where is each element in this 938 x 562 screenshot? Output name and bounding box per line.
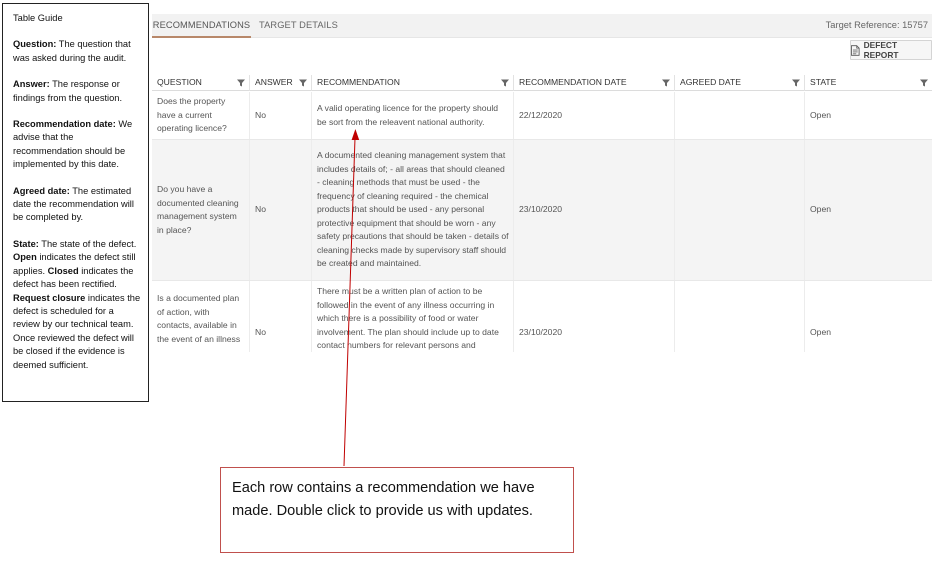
column-header-answer[interactable]: ANSWER (250, 75, 312, 91)
cell-question: Does the property have a current operati… (152, 92, 250, 139)
column-header-agreed-date[interactable]: AGREED DATE (675, 75, 805, 91)
filter-icon[interactable] (662, 79, 670, 87)
column-header-label: RECOMMENDATION DATE (519, 77, 627, 87)
callout-box: Each row contains a recommendation we ha… (220, 467, 574, 553)
cell-state: Open (810, 204, 832, 215)
guide-state: State: The state of the defect. Open ind… (13, 238, 141, 372)
table-guide-panel: Table Guide Question: The question that … (2, 3, 149, 402)
column-header-label: QUESTION (157, 77, 202, 87)
cell-question: Is a documented plan of action, with con… (152, 281, 250, 352)
cell-agreed-date (675, 140, 805, 280)
table-guide-title: Table Guide (13, 13, 63, 23)
filter-icon[interactable] (501, 79, 509, 87)
column-header-state[interactable]: STATE (805, 75, 932, 91)
cell-recommendation-date: 22/12/2020 (514, 92, 675, 139)
tab-bar: RECOMMENDATIONS TARGET DETAILS Target Re… (152, 14, 932, 38)
guide-agreed-date: Agreed date: The estimated date the reco… (13, 185, 141, 225)
filter-icon[interactable] (299, 79, 307, 87)
guide-request-closure-term: Request closure (13, 292, 86, 303)
filter-icon[interactable] (237, 79, 245, 87)
guide-question: Question: The question that was asked du… (13, 38, 141, 65)
guide-agreed-term: Agreed date: (13, 185, 70, 196)
guide-open-term: Open (13, 252, 37, 263)
guide-closed-term: Closed (47, 265, 79, 276)
filter-icon[interactable] (792, 79, 800, 87)
table-row[interactable]: Is a documented plan of action, with con… (152, 281, 932, 352)
column-header-label: AGREED DATE (680, 77, 741, 87)
guide-answer-term: Answer: (13, 79, 50, 90)
cell-state: Open (810, 109, 832, 120)
tab-target-details[interactable]: TARGET DETAILS (259, 14, 338, 38)
callout-text: Each row contains a recommendation we ha… (232, 480, 535, 519)
cell-answer: No (250, 92, 312, 139)
cell-agreed-date (675, 92, 805, 139)
target-reference: Target Reference: 15757 (825, 20, 928, 30)
table-header: QUESTION ANSWER RECOMMENDATION RECOMMEND… (152, 75, 932, 91)
guide-state-text-4: indicates the defect is scheduled for a … (13, 292, 141, 370)
tab-recommendations[interactable]: RECOMMENDATIONS (152, 14, 251, 38)
guide-state-term: State: (13, 238, 39, 249)
cell-recommendation-date: 23/10/2020 (514, 281, 675, 352)
cell-state: Open (810, 327, 832, 337)
defect-report-button[interactable]: DEFECT REPORT (850, 40, 932, 60)
cell-question: Do you have a documented cleaning manage… (152, 140, 250, 280)
column-header-label: ANSWER (255, 77, 293, 87)
guide-answer: Answer: The response or findings from th… (13, 78, 141, 105)
filter-icon[interactable] (920, 79, 928, 87)
cell-recommendation-date: 23/10/2020 (514, 140, 675, 280)
guide-state-text-1: The state of the defect. (38, 238, 137, 249)
cell-agreed-date (675, 281, 805, 352)
column-header-label: RECOMMENDATION (317, 77, 400, 87)
cell-answer: No (250, 140, 312, 280)
guide-recdate-term: Recommendation date: (13, 119, 116, 130)
cell-recommendation: A valid operating licence for the proper… (312, 92, 514, 139)
cell-recommendation: There must be a written plan of action t… (312, 281, 514, 352)
column-header-question[interactable]: QUESTION (152, 75, 250, 91)
recommendations-table: QUESTION ANSWER RECOMMENDATION RECOMMEND… (152, 75, 932, 352)
defect-report-label: DEFECT REPORT (863, 40, 899, 60)
cell-answer: No (250, 281, 312, 352)
column-header-label: STATE (810, 77, 837, 87)
column-header-recommendation[interactable]: RECOMMENDATION (312, 75, 514, 91)
guide-question-term: Question: (13, 39, 57, 50)
document-icon (851, 44, 860, 56)
table-row[interactable]: Does the property have a current operati… (152, 92, 932, 140)
column-header-recommendation-date[interactable]: RECOMMENDATION DATE (514, 75, 675, 91)
cell-recommendation: A documented cleaning management system … (312, 140, 514, 280)
table-row[interactable]: Do you have a documented cleaning manage… (152, 140, 932, 281)
guide-recommendation-date: Recommendation date: We advise that the … (13, 118, 141, 172)
